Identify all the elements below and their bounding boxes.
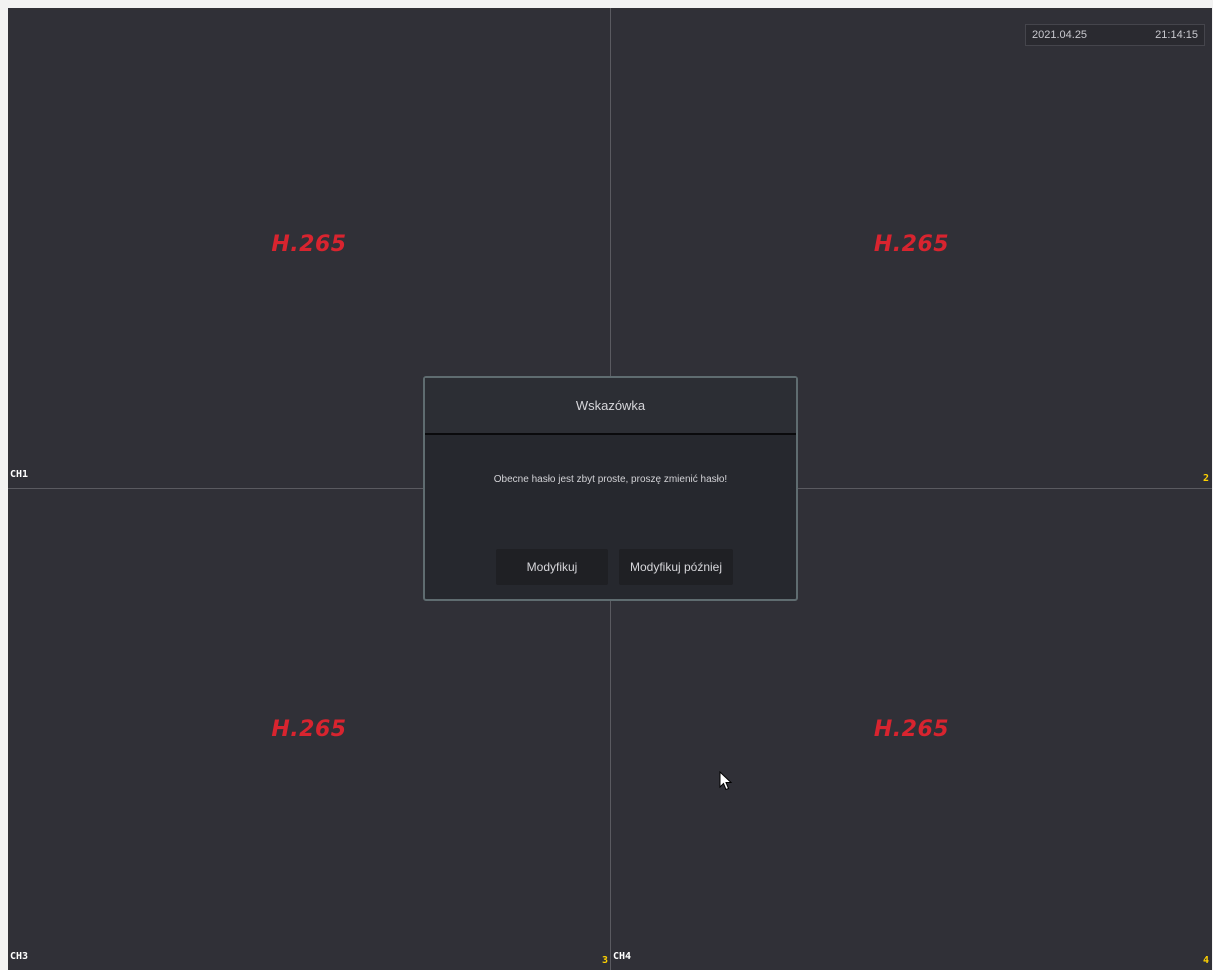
dialog-title: Wskazówka bbox=[425, 378, 796, 435]
channel-number: 2 bbox=[1202, 473, 1209, 484]
codec-logo: H.265 bbox=[271, 232, 347, 257]
channel-label: CH3 bbox=[10, 951, 29, 962]
modify-later-button[interactable]: Modyfikuj później bbox=[619, 549, 733, 585]
dialog-message: Obecne hasło jest zbyt proste, proszę zm… bbox=[493, 474, 728, 485]
codec-logo: H.265 bbox=[873, 232, 950, 257]
time-text: 21:14:15 bbox=[1155, 29, 1198, 41]
date-text: 2021.04.25 bbox=[1032, 29, 1088, 41]
modify-button[interactable]: Modyfikuj bbox=[496, 549, 608, 585]
mouse-pointer-icon bbox=[719, 771, 733, 791]
channel-label: CH4 bbox=[613, 951, 632, 962]
channel-label: CH1 bbox=[10, 469, 29, 480]
codec-logo: H.265 bbox=[873, 717, 950, 742]
channel-number: 3 bbox=[601, 955, 608, 966]
password-warning-dialog: Wskazówka Obecne hasło jest zbyt proste,… bbox=[423, 376, 798, 601]
codec-logo: H.265 bbox=[271, 717, 347, 742]
channel-number: 4 bbox=[1202, 955, 1209, 966]
datetime-overlay: 2021.04.25 21:14:15 bbox=[1025, 24, 1205, 46]
